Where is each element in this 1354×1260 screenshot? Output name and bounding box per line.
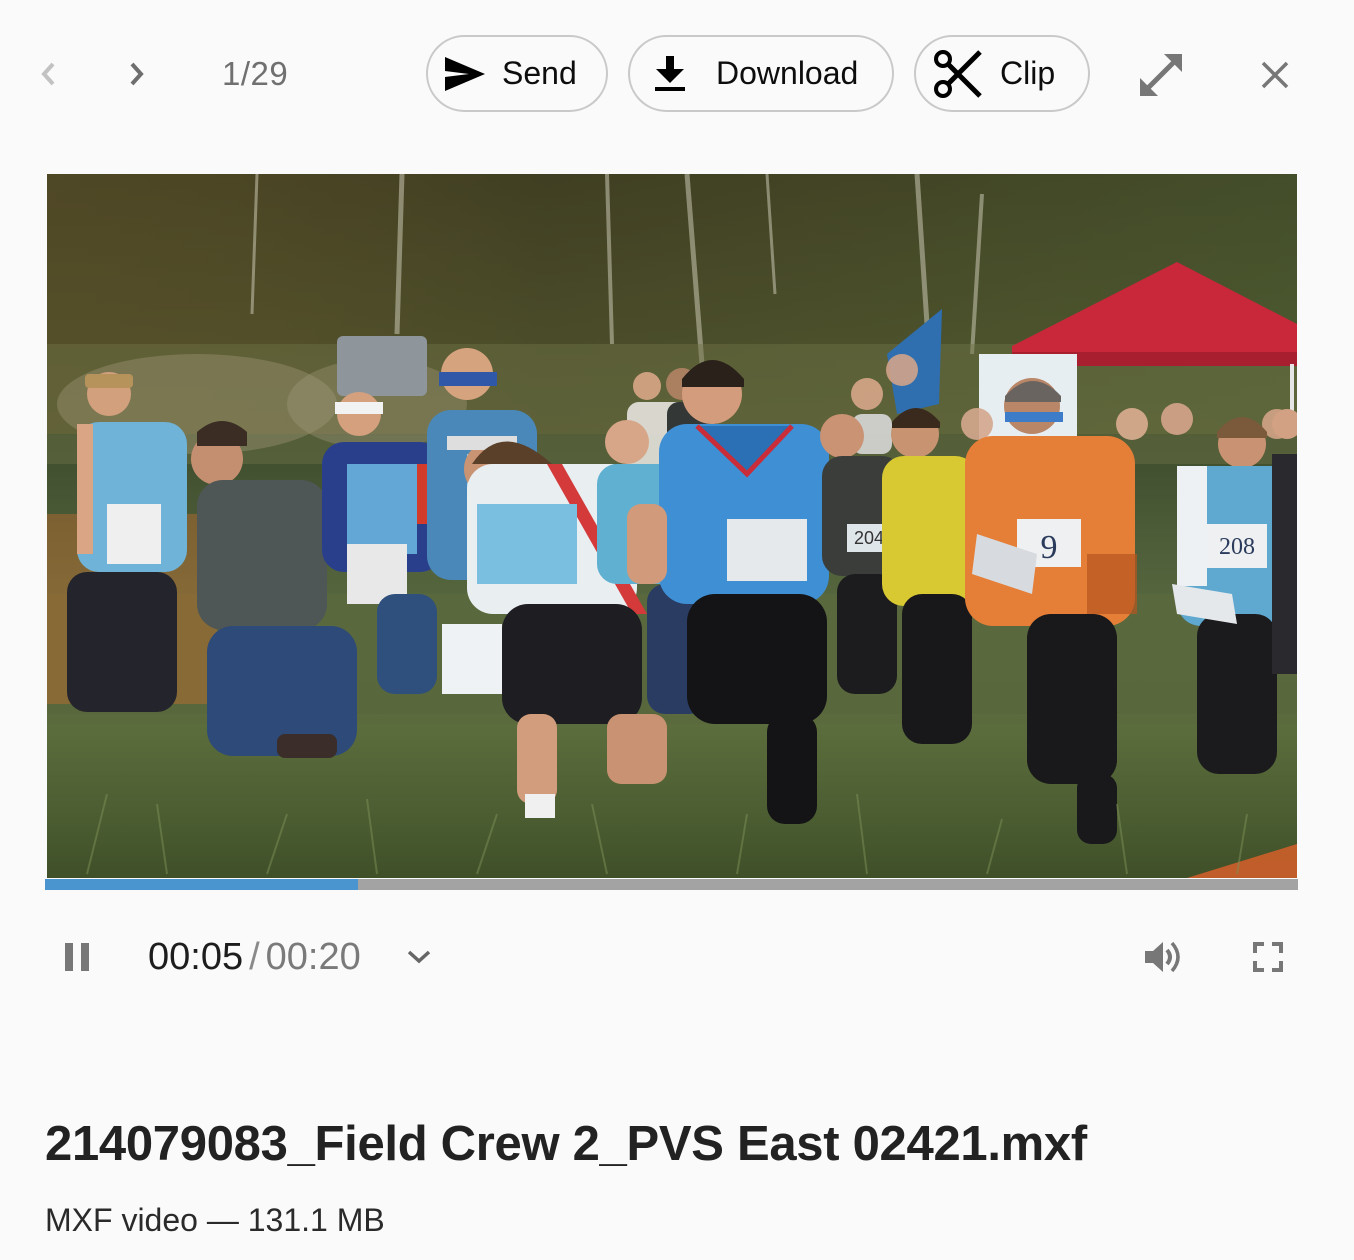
- fullscreen-icon: [1253, 942, 1283, 972]
- previous-button[interactable]: [26, 52, 70, 96]
- time-separator: /: [249, 936, 260, 978]
- download-label: Download: [716, 55, 859, 91]
- seek-bar[interactable]: [45, 879, 1298, 890]
- chevron-down-icon: [407, 950, 431, 964]
- file-type: MXF video: [45, 1202, 198, 1238]
- download-button[interactable]: Download: [628, 35, 894, 112]
- file-details: MXF video — 131.1 MB: [45, 1202, 385, 1239]
- pause-button[interactable]: [54, 934, 100, 980]
- volume-icon: [1145, 941, 1180, 973]
- download-icon: [652, 54, 688, 94]
- next-button[interactable]: [115, 52, 159, 96]
- send-label: Send: [502, 55, 577, 91]
- file-size: 131.1 MB: [247, 1202, 385, 1238]
- bib-204: 204: [854, 528, 884, 548]
- seek-bar-played: [45, 879, 359, 890]
- volume-button[interactable]: [1138, 932, 1188, 982]
- pause-icon: [65, 943, 89, 971]
- details-separator: —: [206, 1202, 239, 1238]
- close-button[interactable]: [1248, 48, 1302, 102]
- player-controls: 00:05/00:20: [0, 920, 1354, 992]
- send-icon: [442, 55, 488, 93]
- fullscreen-button[interactable]: [1243, 932, 1293, 982]
- expand-diagonal-icon: [1140, 54, 1182, 96]
- chevron-left-icon: [41, 62, 55, 86]
- clip-button[interactable]: Clip: [914, 35, 1090, 112]
- expand-button[interactable]: [1134, 48, 1188, 102]
- media-viewer: 1/29 Send Download Clip 204 9 208 00:05 …: [0, 0, 1354, 1260]
- video-player[interactable]: 204 9 208: [47, 174, 1297, 878]
- send-button[interactable]: Send: [426, 35, 608, 112]
- item-counter: 1/29: [222, 55, 289, 92]
- duration: 00:20: [265, 936, 361, 978]
- time-display: 00:05/00:20: [148, 934, 361, 980]
- video-frame-image: 204 9 208: [47, 174, 1297, 878]
- clip-label: Clip: [1000, 55, 1056, 91]
- file-name: 214079083_Field Crew 2_PVS East 02421.mx…: [45, 1117, 1087, 1171]
- scissors-icon: [930, 48, 986, 100]
- current-time: 00:05: [148, 936, 244, 978]
- bib-9: 9: [1041, 529, 1058, 566]
- close-icon: [1261, 61, 1289, 89]
- bib-208: 208: [1219, 534, 1255, 560]
- playback-options-dropdown[interactable]: [402, 940, 436, 974]
- viewer-toolbar: 1/29 Send Download Clip: [0, 0, 1354, 150]
- chevron-right-icon: [130, 62, 144, 86]
